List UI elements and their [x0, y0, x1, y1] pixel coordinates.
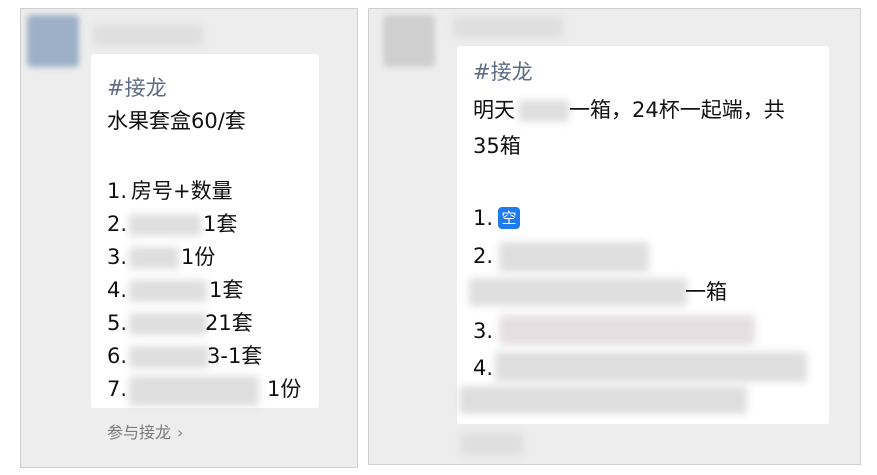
entry-text: 房号+数量: [131, 179, 233, 203]
right-chat-panel: #接龙 明天 一箱，24杯一起端，共 35箱 1. 空 2. 一箱 3. 4.: [368, 8, 861, 465]
join-jielong-label: 参与接龙: [107, 423, 172, 442]
entry-number: 2.: [473, 244, 494, 268]
entry-name-blurred: [129, 313, 207, 335]
chevron-right-icon: ›: [177, 423, 184, 442]
product-name-blurred: [519, 100, 569, 122]
entry-text: 3-1套: [207, 344, 263, 368]
sender-name-blurred: [93, 25, 203, 45]
join-jielong-link[interactable]: 参与接龙 ›: [107, 423, 183, 443]
entry-number: 6.: [107, 344, 128, 368]
entry-name-blurred: [129, 346, 209, 368]
entry-name-blurred: [499, 242, 649, 272]
entry-text: 一箱: [685, 280, 727, 304]
entry-number: 4.: [473, 356, 494, 380]
entry-text: 1套: [209, 278, 244, 302]
hashtag-label[interactable]: #接龙: [107, 76, 167, 100]
sender-avatar[interactable]: [383, 15, 435, 67]
entry-name-blurred: [499, 315, 755, 345]
entry-name-blurred: [129, 376, 259, 406]
entry-number: 5.: [107, 311, 128, 335]
sender-avatar[interactable]: [27, 15, 79, 67]
entry-detail-blurred: [459, 386, 747, 414]
message-line-end: 一箱，24杯一起端，共: [569, 98, 785, 122]
entry-detail-blurred: [469, 278, 687, 306]
entry-number: 7.: [107, 377, 128, 401]
kong-emoji-icon: 空: [498, 207, 520, 229]
entry-text: 1份: [267, 377, 302, 401]
hashtag-label[interactable]: #接龙: [473, 60, 533, 84]
left-chat-panel: #接龙 水果套盒60/套 1. 房号+数量 2. 1套 3. 1份 4. 1套 …: [20, 8, 358, 468]
entry-number: 3.: [473, 319, 494, 343]
sender-name-blurred: [453, 17, 563, 37]
entry-name-blurred: [129, 280, 207, 302]
entry-number: 3.: [107, 245, 128, 269]
entry-text: 1份: [181, 245, 216, 269]
jielong-message-bubble[interactable]: #接龙 水果套盒60/套 1. 房号+数量 2. 1套 3. 1份 4. 1套 …: [91, 54, 319, 408]
message-title: 水果套盒60/套: [107, 109, 246, 133]
entry-name-blurred: [129, 214, 201, 236]
jielong-message-bubble[interactable]: #接龙 明天 一箱，24杯一起端，共 35箱 1. 空 2. 一箱 3. 4.: [457, 46, 829, 424]
entry-number: 1.: [473, 206, 494, 230]
entry-number: 1.: [107, 179, 128, 203]
join-jielong-link-blurred[interactable]: [461, 433, 523, 455]
entry-text: 1套: [203, 212, 238, 236]
entry-text: 21套: [205, 311, 253, 335]
message-line-start: 明天: [473, 98, 515, 122]
message-line-2: 35箱: [473, 134, 521, 158]
entry-name-blurred: [129, 247, 179, 269]
entry-number: 2.: [107, 212, 128, 236]
entry-number: 4.: [107, 278, 128, 302]
entry-name-blurred: [495, 352, 807, 382]
